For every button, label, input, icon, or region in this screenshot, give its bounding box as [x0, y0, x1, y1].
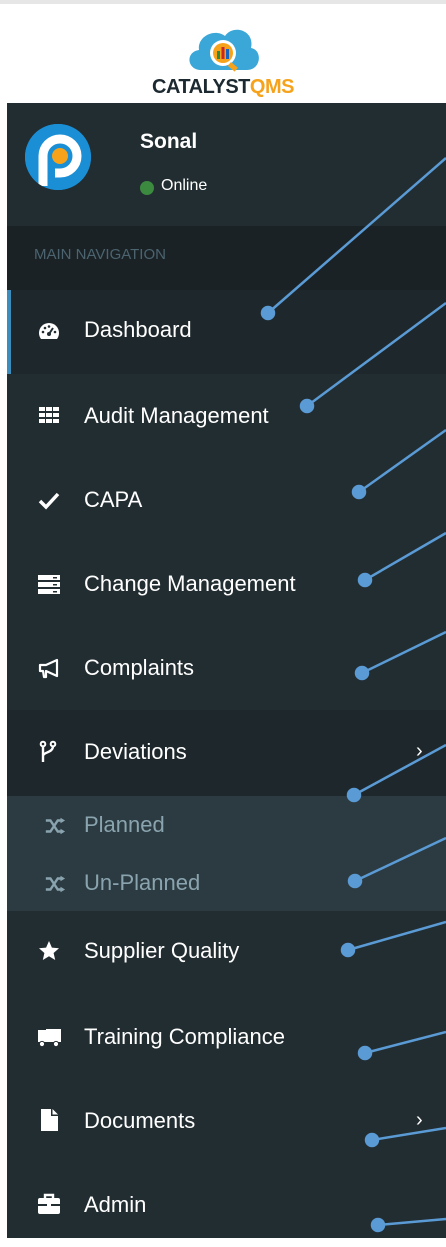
sidebar-item-training-compliance[interactable]: Training Compliance — [7, 995, 446, 1079]
sidebar-item-label: Documents — [84, 1108, 196, 1133]
deviations-submenu: Planned Un-Planned — [7, 796, 446, 911]
submenu-item-un-planned[interactable]: Un-Planned — [7, 856, 446, 912]
random-icon — [45, 875, 66, 893]
user-name: Sonal — [140, 130, 198, 153]
sidebar-item-label: Complaints — [84, 655, 195, 680]
sidebar-item-documents[interactable]: Documents › — [7, 1079, 446, 1163]
check-icon — [38, 492, 60, 510]
brand-logo[interactable]: CATALYSTQMS — [0, 4, 446, 103]
random-icon — [45, 817, 66, 835]
sidebar-item-label: Training Compliance — [84, 1024, 285, 1049]
grid-icon — [39, 407, 59, 423]
truck-icon — [38, 1029, 61, 1048]
submenu-item-label: Planned — [84, 812, 165, 837]
sidebar-item-label: Admin — [84, 1192, 147, 1217]
submenu-item-planned[interactable]: Planned — [7, 798, 446, 854]
avatar[interactable] — [25, 124, 91, 190]
active-indicator — [7, 290, 11, 374]
user-avatar-icon — [25, 124, 91, 190]
sidebar-item-audit-management[interactable]: Audit Management — [7, 374, 446, 458]
chevron-right-icon: › — [416, 1109, 423, 1131]
sidebar-item-label: Supplier Quality — [84, 938, 240, 963]
sidebar-item-supplier-quality[interactable]: Supplier Quality — [7, 911, 446, 995]
sidebar: Sonal Online MAIN NAVIGATION Dashboard A… — [7, 103, 446, 1238]
sidebar-item-dashboard[interactable]: Dashboard — [7, 290, 446, 374]
status-indicator — [140, 181, 154, 195]
dashboard-icon — [39, 323, 59, 339]
submenu-item-label: Un-Planned — [84, 870, 201, 895]
briefcase-icon — [38, 1193, 60, 1214]
sidebar-item-admin[interactable]: Admin — [7, 1163, 446, 1247]
code-fork-icon — [39, 740, 57, 762]
brand-name: CATALYSTQMS — [152, 76, 294, 98]
star-icon — [39, 941, 59, 960]
chevron-right-icon: › — [416, 740, 423, 762]
sidebar-item-change-management[interactable]: Change Management — [7, 542, 446, 626]
file-icon — [41, 1109, 58, 1131]
user-panel: Sonal Online — [7, 103, 446, 226]
nav-section-header: MAIN NAVIGATION — [7, 226, 446, 290]
user-status: Online — [161, 177, 208, 194]
server-icon — [38, 575, 60, 594]
sidebar-item-label: Dashboard — [84, 317, 192, 342]
sidebar-item-deviations[interactable]: Deviations › — [7, 710, 446, 796]
sidebar-item-label: Change Management — [84, 571, 296, 596]
cloud-logo-icon — [189, 29, 259, 72]
sidebar-item-capa[interactable]: CAPA — [7, 458, 446, 542]
sidebar-item-label: Audit Management — [84, 403, 269, 428]
sidebar-item-label: CAPA — [84, 487, 143, 512]
sidebar-item-label: Deviations — [84, 739, 187, 764]
bullhorn-icon — [38, 658, 59, 679]
sidebar-item-complaints[interactable]: Complaints — [7, 626, 446, 710]
